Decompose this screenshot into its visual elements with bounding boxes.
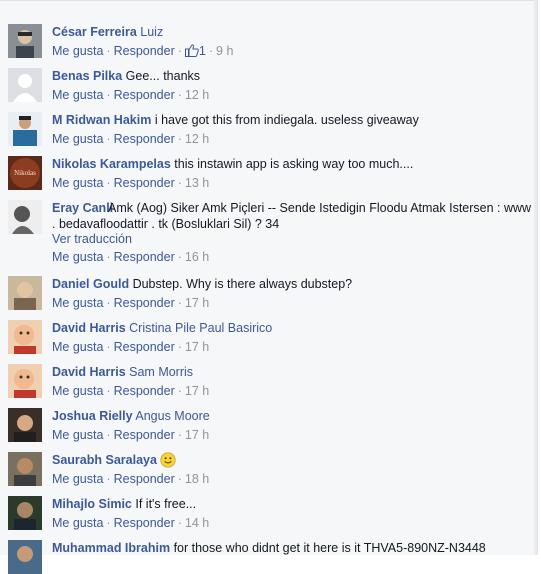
avatar[interactable] (8, 112, 42, 146)
avatar[interactable] (8, 496, 42, 530)
like-button[interactable]: Me gusta (52, 250, 103, 264)
like-count[interactable]: 1 (199, 44, 206, 58)
timestamp[interactable]: 17 h (185, 384, 209, 398)
like-button[interactable]: Me gusta (52, 340, 103, 354)
avatar[interactable] (8, 276, 42, 310)
thumbs-up-icon[interactable] (184, 44, 199, 57)
timestamp[interactable]: 17 h (185, 296, 209, 310)
timestamp[interactable]: 12 h (185, 132, 209, 146)
reply-button[interactable]: Responder (114, 516, 175, 530)
comment-author[interactable]: Muhammad Ibrahim (52, 541, 170, 555)
comment-text: i have got this from indiegala. useless … (154, 113, 419, 127)
like-button[interactable]: Me gusta (52, 296, 103, 310)
comment-author[interactable]: David Harris (52, 365, 126, 379)
tagged-user[interactable]: Cristina Pile Paul Basirico (129, 321, 272, 335)
like-button[interactable]: Me gusta (52, 428, 103, 442)
like-button[interactable]: Me gusta (52, 516, 103, 530)
scrollbar[interactable] (534, 0, 537, 555)
reply-button[interactable]: Responder (114, 384, 175, 398)
like-button[interactable]: Me gusta (52, 88, 103, 102)
avatar-label: Nikolas (14, 169, 36, 177)
comment-text: Gee... thanks (125, 69, 201, 83)
avatar[interactable] (8, 24, 42, 58)
reply-button[interactable]: Responder (114, 428, 175, 442)
tagged-user[interactable]: Angus Moore (135, 409, 209, 423)
reply-button[interactable]: Responder (114, 340, 175, 354)
avatar[interactable] (8, 320, 42, 354)
tagged-user[interactable]: Luiz (140, 25, 163, 39)
comment-author[interactable]: Benas Pilka (52, 69, 122, 83)
comment-author[interactable]: Daniel Gould (52, 277, 129, 291)
timestamp[interactable]: 13 h (185, 176, 209, 190)
comment-author[interactable]: Nikolas Karampelas (52, 157, 171, 171)
comment-text: Dubstep. Why is there always dubstep? (132, 277, 353, 291)
avatar[interactable] (8, 68, 42, 102)
comment-author[interactable]: César Ferreira (52, 25, 137, 39)
like-button[interactable]: Me gusta (52, 132, 103, 146)
reply-button[interactable]: Responder (114, 44, 175, 58)
timestamp[interactable]: 16 h (185, 250, 209, 264)
reply-button[interactable]: Responder (114, 88, 175, 102)
timestamp[interactable]: 12 h (185, 88, 209, 102)
see-translation-link[interactable]: Ver traducción (52, 232, 532, 247)
like-button[interactable]: Me gusta (52, 384, 103, 398)
like-button[interactable]: Me gusta (52, 472, 103, 486)
smile-emoji-icon (160, 452, 177, 468)
avatar[interactable] (8, 200, 42, 234)
reply-button[interactable]: Responder (114, 296, 175, 310)
avatar[interactable] (8, 540, 42, 574)
comments-panel: César Ferreira Luiz Me gusta · Responder · 1… (0, 0, 538, 574)
reply-button[interactable]: Responder (114, 250, 175, 264)
tagged-user[interactable]: Sam Morris (129, 365, 193, 379)
avatar[interactable]: Nikolas (8, 156, 42, 190)
timestamp[interactable]: 18 h (185, 472, 209, 486)
avatar[interactable] (8, 364, 42, 398)
comment-author[interactable]: Eray Canli (52, 201, 113, 215)
timestamp[interactable]: 14 h (185, 516, 209, 530)
comment-author[interactable]: Saurabh Saralaya (52, 453, 157, 467)
like-button[interactable]: Me gusta (52, 44, 103, 58)
comment-text: for those who didnt get it here is it TH… (173, 541, 486, 555)
comment-text: Amk (Aog) Siker Amk Piçleri -- Sende Ist… (52, 201, 532, 231)
reply-button[interactable]: Responder (114, 132, 175, 146)
avatar[interactable] (8, 452, 42, 486)
timestamp[interactable]: 17 h (185, 428, 209, 442)
reply-button[interactable]: Responder (114, 176, 175, 190)
comment-text: If it's free... (135, 497, 197, 511)
timestamp[interactable]: 17 h (185, 340, 209, 354)
avatar[interactable] (8, 408, 42, 442)
comment-text: this instawin app is asking way too much… (174, 157, 414, 171)
timestamp[interactable]: 9 h (216, 44, 233, 58)
divider (0, 0, 537, 1)
comment-author[interactable]: David Harris (52, 321, 126, 335)
comment-author[interactable]: Joshua Rielly (52, 409, 133, 423)
comment-author[interactable]: M Ridwan Hakim (52, 113, 151, 127)
like-button[interactable]: Me gusta (52, 176, 103, 190)
comment-author[interactable]: Mihajlo Simic (52, 497, 132, 511)
reply-button[interactable]: Responder (114, 472, 175, 486)
